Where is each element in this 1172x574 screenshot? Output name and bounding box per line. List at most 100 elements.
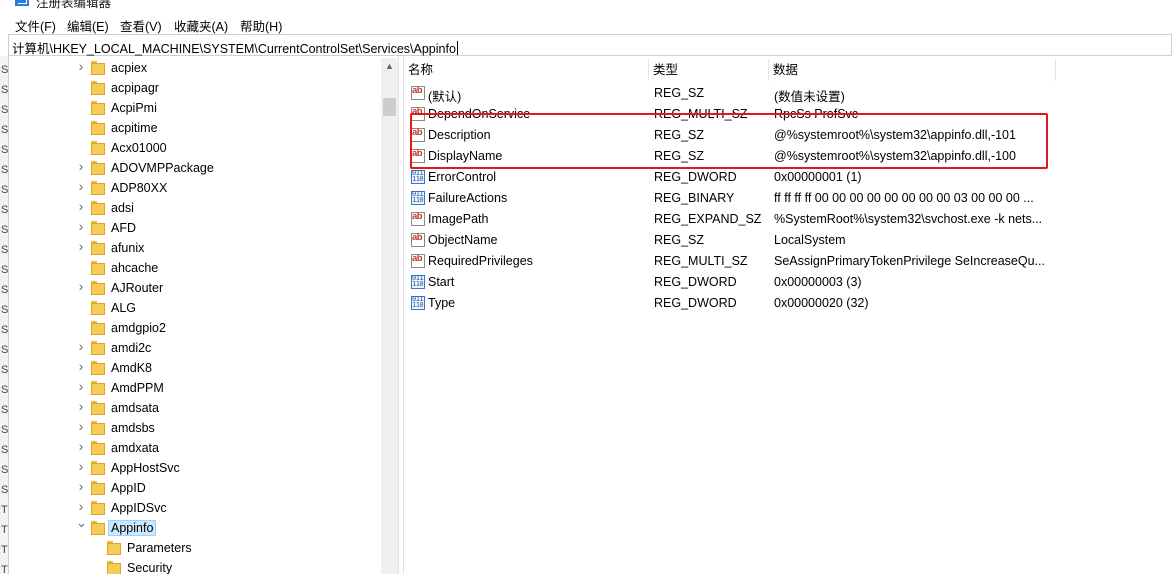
- tree-item[interactable]: Security: [17, 558, 383, 574]
- scroll-up-arrow-icon[interactable]: ▲: [381, 58, 398, 75]
- tree-item-label: amdsata: [111, 401, 159, 415]
- value-data: LocalSystem: [774, 233, 846, 247]
- menu-edit[interactable]: 编辑(E): [67, 16, 109, 35]
- value-row[interactable]: ab ObjectName REG_SZ LocalSystem: [404, 230, 1172, 251]
- tree-item-label: AmdK8: [111, 361, 152, 375]
- tree-item[interactable]: › AppHostSvc: [17, 458, 383, 478]
- tree-item[interactable]: › acpiex: [17, 58, 383, 78]
- tree-item[interactable]: amdgpio2: [17, 318, 383, 338]
- value-name: DisplayName: [428, 149, 503, 163]
- tree-item[interactable]: ⌄ Appinfo: [17, 516, 383, 538]
- chevron-right-icon[interactable]: ›: [76, 279, 86, 293]
- folder-icon: [91, 81, 105, 95]
- column-header-type[interactable]: 类型: [649, 59, 769, 81]
- menu-file[interactable]: 文件(F): [15, 16, 56, 35]
- folder-icon: [91, 441, 105, 455]
- value-name: (默认): [428, 90, 462, 104]
- strip-char: T: [1, 504, 8, 516]
- address-bar[interactable]: 计算机\HKEY_LOCAL_MACHINE\SYSTEM\CurrentCon…: [8, 34, 1172, 56]
- tree-item-label: amdxata: [111, 441, 159, 455]
- strip-char: S: [1, 204, 9, 216]
- tree-item[interactable]: › AppIDSvc: [17, 498, 383, 518]
- tree-item[interactable]: › AFD: [17, 218, 383, 238]
- string-value-icon: ab: [411, 232, 425, 247]
- tree-item[interactable]: › AmdK8: [17, 358, 383, 378]
- tree-item[interactable]: acpitime: [17, 118, 383, 138]
- text-caret: [456, 41, 458, 55]
- chevron-right-icon[interactable]: ›: [76, 59, 86, 73]
- value-row[interactable]: ab Description REG_SZ @%systemroot%\system3…: [404, 125, 1172, 146]
- folder-icon: [91, 201, 105, 215]
- title-bar: 注册表编辑器: [0, 0, 1172, 12]
- value-row[interactable]: 011 110 FailureActions REG_BINARY ff ff ff f…: [404, 188, 1172, 209]
- column-header-data[interactable]: 数据: [769, 59, 1056, 81]
- chevron-right-icon[interactable]: ›: [76, 359, 86, 373]
- chevron-right-icon[interactable]: ›: [76, 459, 86, 473]
- value-name: RequiredPrivileges: [428, 254, 533, 268]
- tree-item[interactable]: Parameters: [17, 538, 383, 558]
- tree-item[interactable]: › ADOVMPPackage: [17, 158, 383, 178]
- tree-item[interactable]: › adsi: [17, 198, 383, 218]
- tree-item[interactable]: ahcache: [17, 258, 383, 278]
- value-row[interactable]: ab ImagePath REG_EXPAND_SZ %SystemRoot%\sys…: [404, 209, 1172, 230]
- chevron-right-icon[interactable]: ›: [76, 479, 86, 493]
- value-row[interactable]: 011 110 Start REG_DWORD 0x00000003 (3): [404, 272, 1172, 293]
- tree-item-label: acpitime: [111, 121, 158, 135]
- chevron-right-icon[interactable]: ›: [76, 399, 86, 413]
- tree-item-label: amdgpio2: [111, 321, 166, 335]
- tree-item[interactable]: › amdsbs: [17, 418, 383, 438]
- column-header-name[interactable]: 名称: [404, 59, 649, 81]
- value-type: REG_EXPAND_SZ: [654, 212, 762, 226]
- tree-item-label: AcpiPmi: [111, 101, 157, 115]
- chevron-right-icon[interactable]: ›: [76, 379, 86, 393]
- chevron-right-icon[interactable]: ›: [76, 239, 86, 253]
- folder-icon: [91, 121, 105, 135]
- strip-char: S: [1, 324, 9, 336]
- folder-icon: [91, 301, 105, 315]
- tree-item[interactable]: Acx01000: [17, 138, 383, 158]
- chevron-right-icon[interactable]: ›: [76, 439, 86, 453]
- value-row[interactable]: 011 110 ErrorControl REG_DWORD 0x00000001 (1…: [404, 167, 1172, 188]
- tree-item[interactable]: › ADP80XX: [17, 178, 383, 198]
- menu-bar: 文件(F) 编辑(E) 查看(V) 收藏夹(A) 帮助(H): [0, 12, 1172, 34]
- tree-item-label: Acx01000: [111, 141, 167, 155]
- tree-item[interactable]: › amdxata: [17, 438, 383, 458]
- tree-item[interactable]: ALG: [17, 298, 383, 318]
- chevron-right-icon[interactable]: ›: [76, 339, 86, 353]
- tree-item[interactable]: › amdi2c: [17, 338, 383, 358]
- tree-item[interactable]: › AppID: [17, 478, 383, 498]
- menu-view[interactable]: 查看(V): [120, 16, 162, 35]
- tree-item[interactable]: acpipagr: [17, 78, 383, 98]
- folder-icon: [91, 381, 105, 395]
- value-row[interactable]: ab DependOnService REG_MULTI_SZ RpcSs ProfS…: [404, 104, 1172, 125]
- tree-item[interactable]: › AJRouter: [17, 278, 383, 298]
- tree-item[interactable]: › afunix: [17, 238, 383, 258]
- chevron-down-icon[interactable]: ⌄: [76, 516, 87, 529]
- key-tree[interactable]: › acpiex acpipagr AcpiPmi acpitime Acx01000 › A…: [17, 56, 398, 574]
- folder-icon: [91, 221, 105, 235]
- value-row[interactable]: ab RequiredPrivileges REG_MULTI_SZ SeAssign…: [404, 251, 1172, 272]
- strip-char: S: [1, 244, 9, 256]
- tree-item[interactable]: AcpiPmi: [17, 98, 383, 118]
- value-row[interactable]: ab DisplayName REG_SZ @%systemroot%\system3…: [404, 146, 1172, 167]
- value-list[interactable]: 名称 类型 数据 ab (默认) REG_SZ (数值未设置) ab DependOnSe…: [404, 56, 1172, 574]
- chevron-right-icon[interactable]: ›: [76, 499, 86, 513]
- tree-item[interactable]: › amdsata: [17, 398, 383, 418]
- strip-char: S: [1, 84, 9, 96]
- menu-help[interactable]: 帮助(H): [240, 16, 282, 35]
- tree-item-label: acpiex: [111, 61, 148, 75]
- chevron-right-icon[interactable]: ›: [76, 179, 86, 193]
- value-data: 0x00000020 (32): [774, 296, 869, 310]
- value-name: ObjectName: [428, 233, 498, 247]
- value-row[interactable]: ab (默认) REG_SZ (数值未设置): [404, 83, 1172, 104]
- value-row[interactable]: 011 110 Type REG_DWORD 0x00000020 (32): [404, 293, 1172, 314]
- strip-char: S: [1, 344, 9, 356]
- chevron-right-icon[interactable]: ›: [76, 219, 86, 233]
- chevron-right-icon[interactable]: ›: [76, 199, 86, 213]
- chevron-right-icon[interactable]: ›: [76, 159, 86, 173]
- scroll-thumb[interactable]: [383, 98, 396, 116]
- tree-item[interactable]: › AmdPPM: [17, 378, 383, 398]
- tree-scrollbar[interactable]: ▲: [381, 58, 398, 574]
- chevron-right-icon[interactable]: ›: [76, 419, 86, 433]
- menu-favorites[interactable]: 收藏夹(A): [174, 16, 228, 35]
